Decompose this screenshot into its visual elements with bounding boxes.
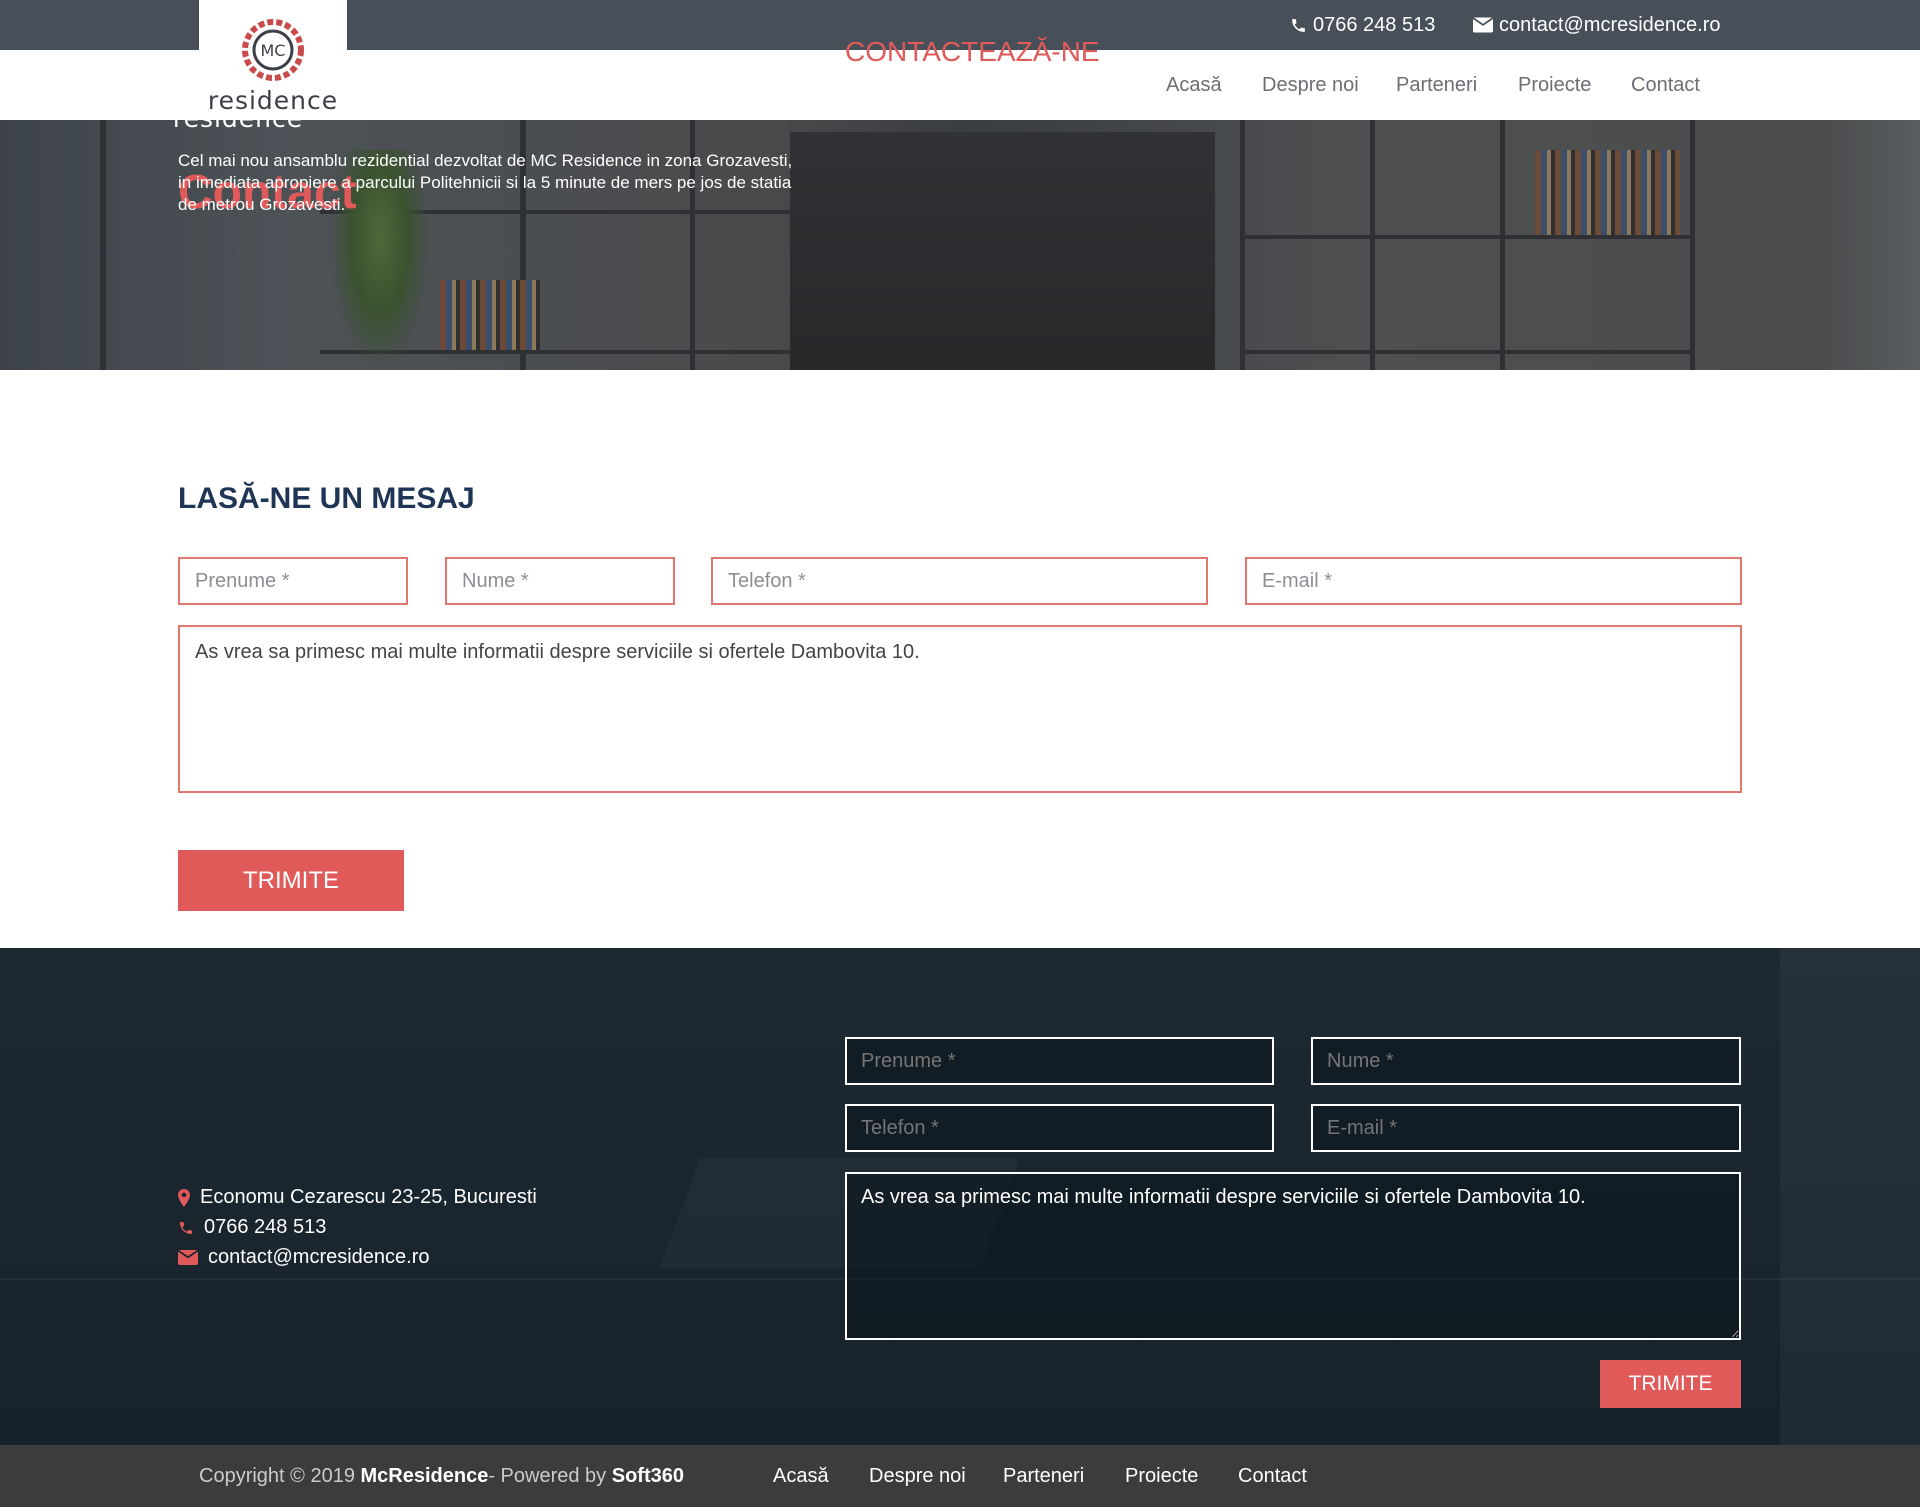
bottom-nav-parteneri[interactable]: Parteneri xyxy=(1003,1445,1084,1507)
site-logo[interactable]: MC residence xyxy=(199,0,347,120)
top-email-text: contact@mcresidence.ro xyxy=(1499,13,1721,36)
footer-address-text: Economu Cezarescu 23-25, Bucuresti xyxy=(200,1186,537,1208)
phone-icon xyxy=(180,1221,192,1234)
copyright: Copyright © 2019 McResidence - Powered b… xyxy=(199,1445,684,1507)
footer-firstname-field[interactable] xyxy=(845,1037,1274,1085)
footer-form-heading: CONTACTEAZĂ-NE xyxy=(845,36,1100,67)
footer-description: Cel mai nou ansamblu rezidential dezvolt… xyxy=(178,151,793,214)
message-textarea[interactable]: As vrea sa primesc mai multe informatii … xyxy=(178,625,1742,793)
top-email[interactable]: contact@mcresidence.ro xyxy=(1473,0,1721,50)
nav-item-proiecte[interactable]: Proiecte xyxy=(1518,74,1591,97)
bottom-nav-contact[interactable]: Contact xyxy=(1238,1445,1307,1507)
footer-email[interactable]: contact@mcresidence.ro xyxy=(178,1246,430,1269)
footer-message-textarea[interactable]: As vrea sa primesc mai multe informatii … xyxy=(845,1172,1741,1340)
nav-item-despre-noi[interactable]: Despre noi xyxy=(1262,74,1359,97)
footer-phone[interactable]: 0766 248 513 xyxy=(178,1216,326,1239)
footer-address: Economu Cezarescu 23-25, Bucuresti xyxy=(178,1186,537,1209)
bottom-nav-despre-noi[interactable]: Despre noi xyxy=(869,1445,966,1507)
bottom-nav-acasa[interactable]: Acasă xyxy=(773,1445,829,1507)
footer-lastname-field[interactable] xyxy=(1311,1037,1741,1085)
footer-phone-field[interactable] xyxy=(845,1104,1274,1152)
map-marker-icon xyxy=(178,1188,190,1207)
copyright-prefix: Copyright © 2019 xyxy=(199,1464,355,1487)
top-phone[interactable]: 0766 248 513 xyxy=(1290,0,1435,50)
bottom-bar: Copyright © 2019 McResidence - Powered b… xyxy=(0,1445,1920,1507)
bottom-nav-proiecte[interactable]: Proiecte xyxy=(1125,1445,1198,1507)
email-field[interactable] xyxy=(1245,557,1742,605)
envelope-icon xyxy=(178,1250,198,1265)
phone-field[interactable] xyxy=(711,557,1208,605)
phone-icon xyxy=(1292,18,1305,32)
mc-logo-icon: MC xyxy=(242,19,304,81)
footer-phone-text: 0766 248 513 xyxy=(204,1216,327,1238)
powered-prefix: - Powered by xyxy=(488,1464,607,1487)
logo-text: residence xyxy=(207,86,339,115)
nav-item-parteneri[interactable]: Parteneri xyxy=(1396,74,1477,97)
powered-brand[interactable]: Soft360 xyxy=(612,1465,684,1488)
message-form-heading: LASĂ-NE UN MESAJ xyxy=(178,482,475,515)
submit-button[interactable]: TRIMITE xyxy=(178,850,404,911)
logo-mark: MC xyxy=(261,41,286,60)
nav-item-contact[interactable]: Contact xyxy=(1631,74,1700,97)
footer-email-field[interactable] xyxy=(1311,1104,1741,1152)
firstname-field[interactable] xyxy=(178,557,408,605)
footer-email-text: contact@mcresidence.ro xyxy=(208,1246,430,1268)
footer-submit-button[interactable]: TRIMITE xyxy=(1600,1360,1741,1408)
lastname-field[interactable] xyxy=(445,557,675,605)
envelope-icon xyxy=(1473,17,1493,33)
copyright-brand[interactable]: McResidence xyxy=(361,1465,489,1488)
top-phone-text: 0766 248 513 xyxy=(1313,13,1436,36)
nav-item-acasa[interactable]: Acasă xyxy=(1166,74,1222,97)
